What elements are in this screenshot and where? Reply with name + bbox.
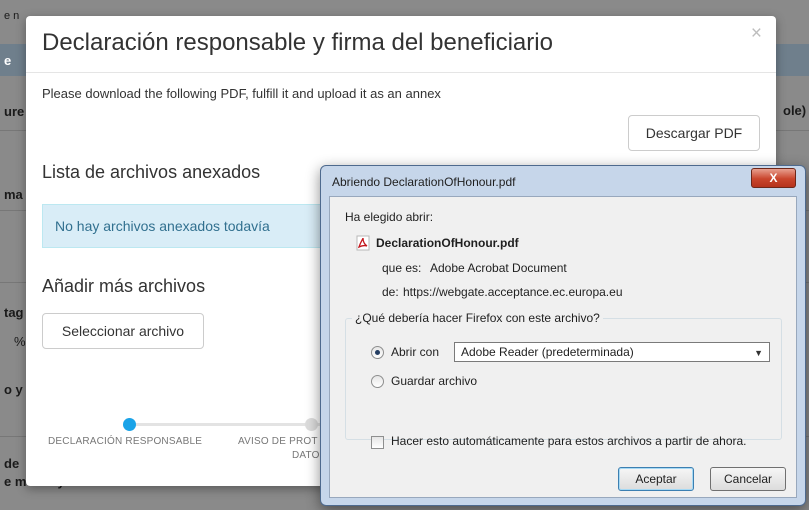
no-annexes-alert: No hay archivos anexados todavía xyxy=(42,204,332,248)
step-2-dot[interactable] xyxy=(305,418,318,431)
auto-action-label[interactable]: Hacer esto automáticamente para estos ar… xyxy=(391,434,747,448)
background-text: tag xyxy=(4,305,24,320)
action-question: ¿Qué debería hacer Firefox con este arch… xyxy=(352,311,603,325)
stepper-track xyxy=(130,423,320,426)
no-annexes-message: No hay archivos anexados todavía xyxy=(55,218,270,234)
file-source-value: https://webgate.acceptance.ec.europa.eu xyxy=(403,285,623,299)
file-source-prefix: de: xyxy=(382,285,399,299)
select-file-button[interactable]: Seleccionar archivo xyxy=(42,313,204,349)
auto-action-checkbox[interactable] xyxy=(371,436,384,449)
open-with-app: Adobe Reader (predeterminada) xyxy=(461,345,634,359)
dialog-title: Abriendo DeclarationOfHonour.pdf xyxy=(332,175,516,189)
chevron-down-icon: ▼ xyxy=(754,348,763,358)
background-text: de xyxy=(4,456,20,471)
dialog-body: Ha elegido abrir: DeclarationOfHonour.pd… xyxy=(329,196,797,498)
close-icon[interactable]: × xyxy=(751,23,762,45)
file-type-prefix: que es: xyxy=(382,261,422,275)
background-text: o y xyxy=(4,382,23,397)
open-with-radio[interactable] xyxy=(371,346,384,359)
save-file-radio[interactable] xyxy=(371,375,384,388)
background-text: ure xyxy=(4,104,25,119)
modal-title: Declaración responsable y firma del bene… xyxy=(42,29,553,56)
ok-button[interactable]: Aceptar xyxy=(618,467,694,491)
file-type-value: Adobe Acrobat Document xyxy=(430,261,567,275)
pdf-file-icon xyxy=(356,235,370,251)
step-2-label-line2: DATO xyxy=(292,450,320,461)
close-icon[interactable]: X xyxy=(751,168,796,188)
open-with-select[interactable]: Adobe Reader (predeterminada) ▼ xyxy=(454,342,770,362)
cancel-button[interactable]: Cancelar xyxy=(710,467,786,491)
instruction-text: Please download the following PDF, fulfi… xyxy=(42,86,441,101)
save-file-label[interactable]: Guardar archivo xyxy=(391,374,477,388)
download-pdf-button[interactable]: Descargar PDF xyxy=(628,115,760,151)
modal-divider xyxy=(26,72,776,73)
background-text: e n xyxy=(4,10,20,22)
chosen-label: Ha elegido abrir: xyxy=(345,210,434,224)
background-text: e xyxy=(4,53,12,68)
step-2-label: AVISO DE PROT xyxy=(238,436,318,447)
step-1-dot[interactable] xyxy=(123,418,136,431)
download-dialog: Abriendo DeclarationOfHonour.pdf X Ha el… xyxy=(320,165,806,506)
step-1-label: DECLARACIÓN RESPONSABLE xyxy=(48,436,203,447)
open-with-label[interactable]: Abrir con xyxy=(391,345,439,359)
add-files-heading: Añadir más archivos xyxy=(42,276,206,296)
annex-list-heading: Lista de archivos anexados xyxy=(42,162,261,182)
background-text: % xyxy=(14,334,26,349)
file-name: DeclarationOfHonour.pdf xyxy=(376,236,519,250)
background-text: ma xyxy=(4,187,23,202)
background-text: ole) xyxy=(783,103,807,118)
